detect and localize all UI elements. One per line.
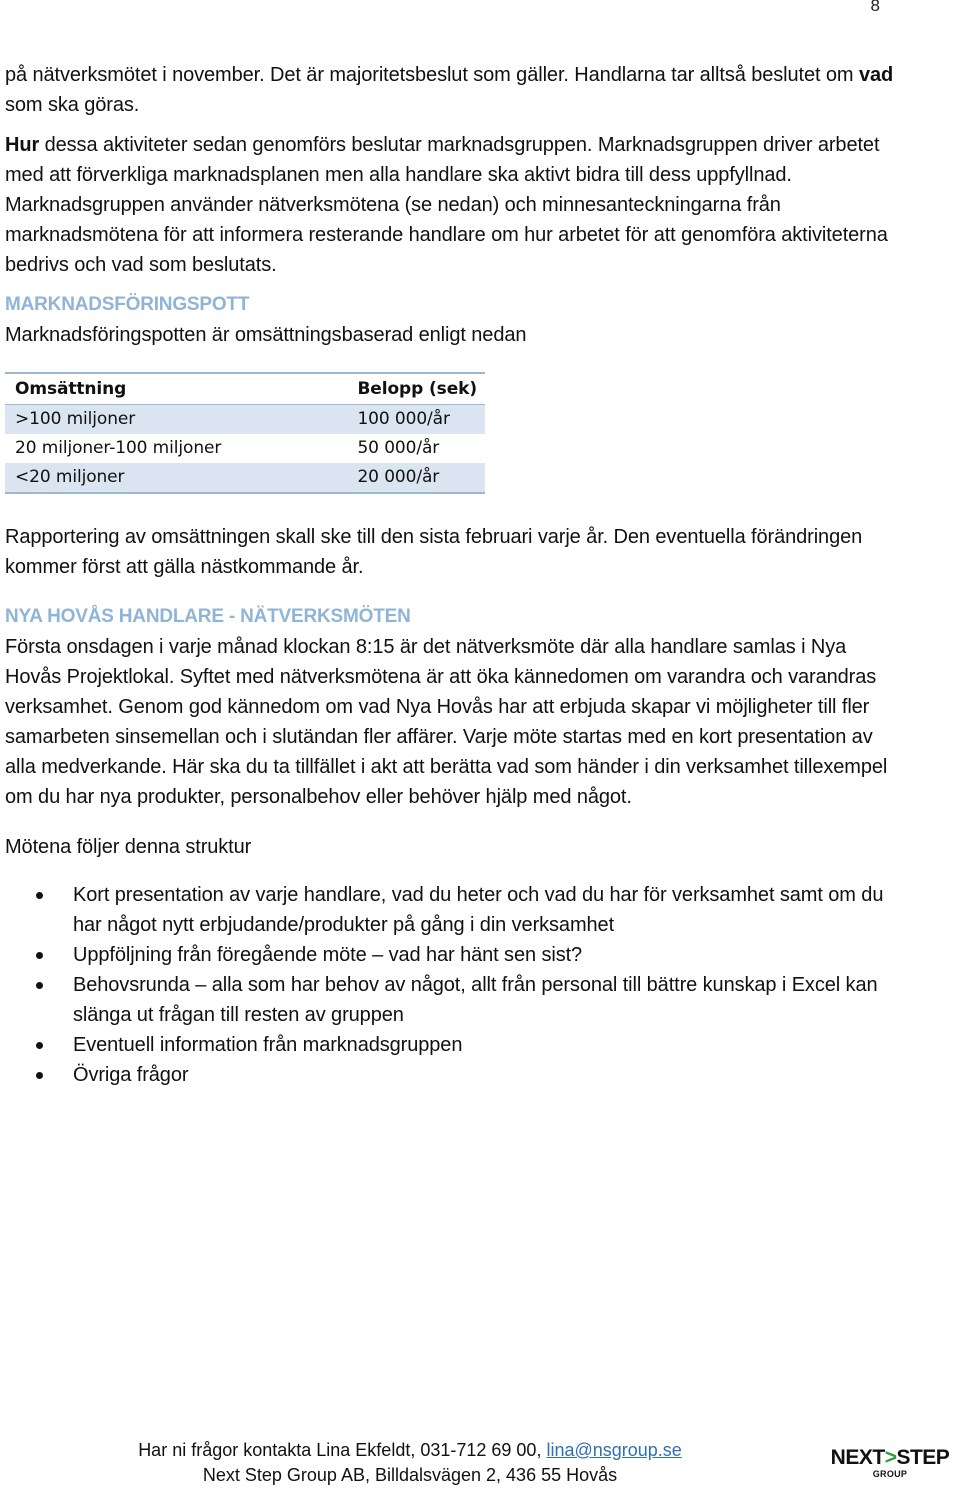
list-item: Behovsrunda – alla som har behov av någo… xyxy=(5,970,905,1030)
pot-table: Omsättning Belopp (sek) >100 miljoner 10… xyxy=(5,372,485,494)
list-item-text: Eventuell information från marknadsgrupp… xyxy=(73,1034,463,1056)
table-cell-belopp: 20 000/år xyxy=(347,463,485,493)
bullet-icon xyxy=(36,1042,43,1049)
list-item-text: Behovsrunda – alla som har behov av någo… xyxy=(73,974,878,1026)
list-item-text: Kort presentation av varje handlare, vad… xyxy=(73,884,884,936)
table-row: <20 miljoner 20 000/år xyxy=(5,463,485,493)
column-header-belopp: Belopp (sek) xyxy=(347,373,485,405)
footer-email-link[interactable]: lina@nsgroup.se xyxy=(546,1440,681,1460)
list-item: Övriga frågor xyxy=(5,1060,905,1090)
bullet-icon xyxy=(36,892,43,899)
section-heading-natverksmoten: NYA HOVÅS HANDLARE - NÄTVERKSMÖTEN xyxy=(5,606,411,627)
intro-p2-bold: Hur xyxy=(5,134,40,156)
network-paragraph: Första onsdagen i varje månad klockan 8:… xyxy=(5,636,888,808)
intro-p2-text: dessa aktiviteter sedan genomförs beslut… xyxy=(5,134,888,276)
bullet-icon xyxy=(36,952,43,959)
document-body: på nätverksmötet i november. Det är majo… xyxy=(5,60,905,1090)
section-heading-marknadsforingspott: MARKNADSFÖRINGSPOTT xyxy=(5,294,250,315)
footer-contact-line: Har ni frågor kontakta Lina Ekfeldt, 031… xyxy=(0,1438,820,1463)
list-item-text: Övriga frågor xyxy=(73,1064,189,1086)
logo-word-step: STEP xyxy=(896,1446,950,1469)
table-cell-omsattning: >100 miljoner xyxy=(5,404,348,434)
page-number: 8 xyxy=(870,0,880,15)
list-item: Kort presentation av varje handlare, vad… xyxy=(5,880,905,940)
intro-p1-text: på nätverksmötet i november. Det är majo… xyxy=(5,64,859,86)
table-cell-belopp: 50 000/år xyxy=(357,438,440,458)
list-item-text: Uppföljning från föregående möte – vad h… xyxy=(73,944,583,966)
intro-paragraph-1: på nätverksmötet i november. Det är majo… xyxy=(5,60,905,120)
intro-p1-bold: vad xyxy=(858,64,894,86)
list-item: Eventuell information från marknadsgrupp… xyxy=(5,1030,905,1060)
table-row: >100 miljoner 100 000/år xyxy=(5,404,485,434)
logo-word-next: NEXT xyxy=(830,1446,886,1469)
footer-contact-text: Har ni frågor kontakta Lina Ekfeldt, 031… xyxy=(138,1440,547,1460)
reporting-paragraph: Rapportering av omsättningen skall ske t… xyxy=(5,526,863,578)
table-header-row: Omsättning Belopp (sek) xyxy=(5,373,485,405)
pot-intro: Marknadsföringspotten är omsättningsbase… xyxy=(5,324,527,346)
intro-p1-tail: som ska göras. xyxy=(5,94,140,116)
logo-sub-group: GROUP xyxy=(872,1469,908,1479)
bullet-icon xyxy=(36,1072,43,1079)
bullet-icon xyxy=(36,982,43,989)
structure-intro: Mötena följer denna struktur xyxy=(5,836,252,858)
structure-list: Kort presentation av varje handlare, vad… xyxy=(5,880,905,1090)
logo-wordmark: NEXT>STEP xyxy=(822,1447,958,1469)
footer-address: Next Step Group AB, Billdalsvägen 2, 436… xyxy=(202,1465,618,1485)
intro-paragraph-2: Hur dessa aktiviteter sedan genomförs be… xyxy=(5,130,905,280)
table-cell-omsattning: <20 miljoner xyxy=(5,463,348,493)
table-row: 20 miljoner-100 miljoner 50 000/år xyxy=(5,434,485,463)
logo-arrow-icon: > xyxy=(884,1446,897,1469)
table-cell-omsattning: 20 miljoner-100 miljoner xyxy=(15,438,222,458)
next-step-group-logo: NEXT>STEP GROUP xyxy=(822,1447,958,1480)
page-footer: Har ni frågor kontakta Lina Ekfeldt, 031… xyxy=(0,1438,820,1488)
list-item: Uppföljning från föregående möte – vad h… xyxy=(5,940,905,970)
column-header-omsattning: Omsättning xyxy=(5,373,348,405)
table-cell-belopp: 100 000/år xyxy=(347,404,485,434)
